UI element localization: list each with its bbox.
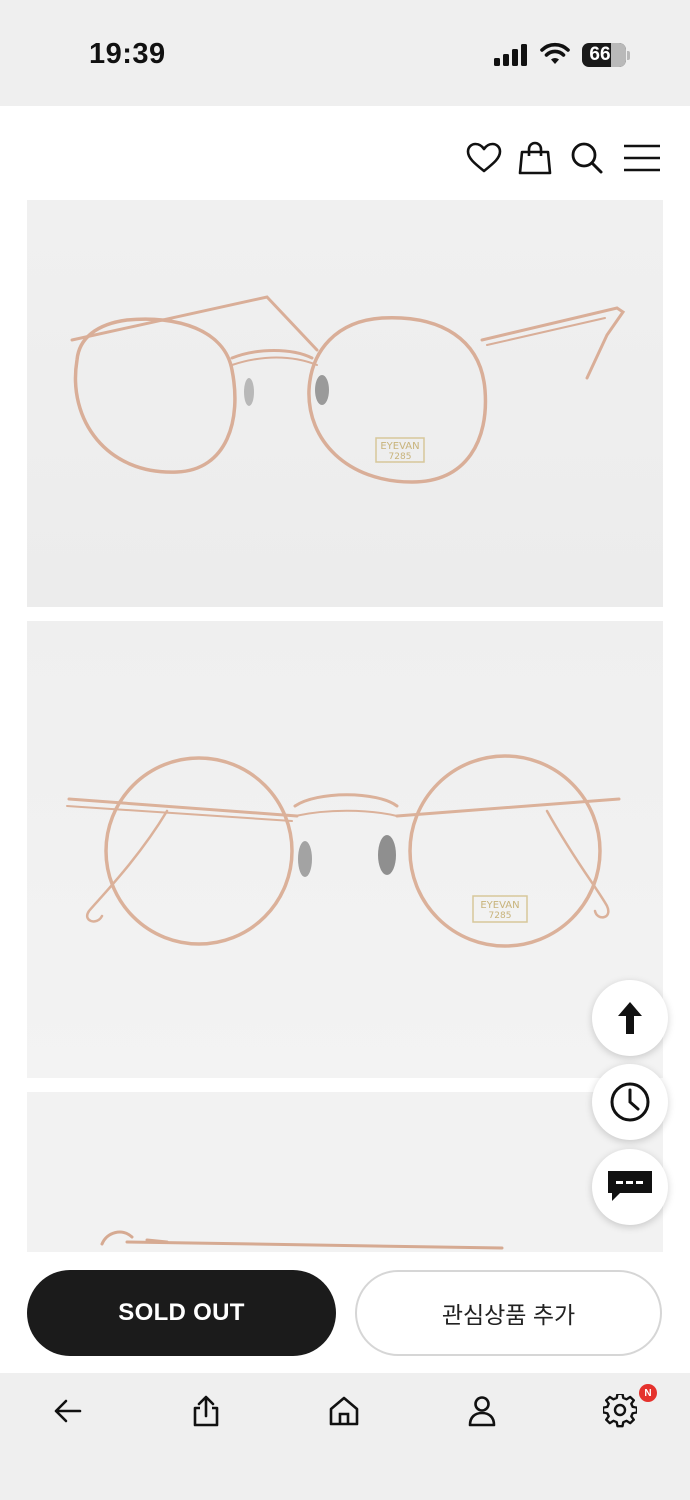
chat-bubble-icon: [608, 1171, 652, 1201]
back-arrow-icon[interactable]: [46, 1389, 90, 1433]
product-image-2: EYEVAN 7285: [27, 621, 663, 1078]
add-to-wishlist-button[interactable]: 관심상품 추가: [355, 1270, 662, 1356]
wifi-icon: [540, 42, 570, 64]
glasses-front-illustration: EYEVAN 7285: [66, 754, 621, 948]
scroll-top-arrow-icon: [618, 1002, 642, 1034]
share-icon[interactable]: [184, 1389, 228, 1433]
battery-percent: 66: [589, 44, 611, 65]
status-time: 19:39: [89, 38, 166, 70]
brand-tag-text: EYEVAN: [480, 900, 519, 911]
glasses-partial-illustration: [100, 1230, 504, 1250]
heart-icon[interactable]: [464, 138, 504, 178]
brand-tag-sub: 7285: [389, 452, 412, 462]
notification-badge: N: [639, 1384, 657, 1402]
glasses-angled-illustration: EYEVAN 7285: [70, 295, 626, 484]
product-image-1: EYEVAN 7285: [27, 200, 663, 607]
shopping-bag-icon[interactable]: [515, 138, 555, 178]
hamburger-menu-icon[interactable]: [620, 138, 664, 178]
site-header: [0, 106, 690, 200]
recently-viewed-clock-icon: [610, 1082, 650, 1122]
settings-gear-icon[interactable]: [598, 1389, 642, 1433]
scroll-top-button[interactable]: [592, 980, 668, 1056]
recently-viewed-button[interactable]: [592, 1064, 668, 1140]
product-image-3: [27, 1092, 663, 1252]
brand-tag-sub: 7285: [489, 911, 512, 921]
chat-button[interactable]: [592, 1149, 668, 1225]
bottom-navigation: [0, 1373, 690, 1500]
status-bar: 19:39 66: [0, 0, 690, 106]
purchase-action-bar: SOLD OUT 관심상품 추가: [0, 1252, 690, 1373]
search-icon[interactable]: [567, 138, 607, 178]
person-icon[interactable]: [460, 1389, 504, 1433]
brand-tag-text: EYEVAN: [380, 441, 419, 452]
sold-out-button[interactable]: SOLD OUT: [27, 1270, 336, 1356]
home-icon[interactable]: [322, 1389, 366, 1433]
cellular-signal-icon: [494, 44, 527, 66]
battery-icon: 66: [582, 43, 626, 67]
